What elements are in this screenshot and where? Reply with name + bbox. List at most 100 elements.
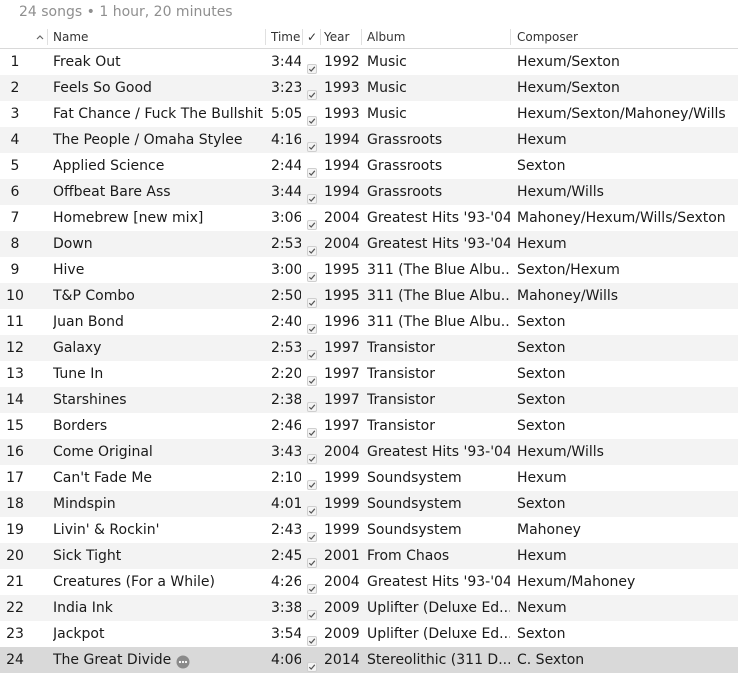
checkmark-icon[interactable] (307, 577, 317, 594)
track-checkbox[interactable] (305, 309, 319, 335)
track-row[interactable]: 22 India Ink 3:38 2009 Uplifter (Deluxe Ed..… (0, 595, 738, 621)
checkmark-icon[interactable] (307, 109, 317, 126)
checkmark-icon[interactable] (307, 135, 317, 152)
checkmark-icon[interactable] (307, 447, 317, 464)
track-row[interactable]: 8 Down 2:53 2004 Greatest Hits '93-'04 Hexum (0, 231, 738, 257)
track-checkbox[interactable] (305, 569, 319, 595)
track-checkbox[interactable] (305, 101, 319, 127)
track-number: 5 (10, 158, 20, 174)
track-row[interactable]: 12 Galaxy 2:53 1997 Transistor Sexton (0, 335, 738, 361)
checkmark-icon[interactable] (307, 603, 317, 620)
checkmark-icon[interactable] (307, 421, 317, 438)
track-checkbox[interactable] (305, 231, 319, 257)
track-checkbox[interactable] (305, 153, 319, 179)
track-row[interactable]: 21 Creatures (For a While) 4:26 2004 Greates… (0, 569, 738, 595)
track-checkbox[interactable] (305, 205, 319, 231)
checkmark-icon[interactable] (307, 239, 317, 256)
track-checkbox[interactable] (305, 543, 319, 569)
track-time: 2:20 (271, 366, 301, 382)
track-name: Livin' & Rockin' (53, 522, 160, 538)
track-row[interactable]: 6 Offbeat Bare Ass 3:44 1994 Grassroots Hexum… (0, 179, 738, 205)
track-row[interactable]: 20 Sick Tight 2:45 2001 From Chaos Hexum (0, 543, 738, 569)
column-header-year[interactable]: Year (324, 26, 360, 48)
track-checkbox[interactable] (305, 517, 319, 543)
track-row[interactable]: 10 T&P Combo 2:50 1995 311 (The Blue Albu...… (0, 283, 738, 309)
track-year: 1999 (324, 470, 360, 486)
checkmark-icon[interactable] (307, 343, 317, 360)
track-row[interactable]: 18 Mindspin 4:01 1999 Soundsystem Sexton (0, 491, 738, 517)
track-checkbox[interactable] (305, 257, 319, 283)
track-row[interactable]: 5 Applied Science 2:44 1994 Grassroots Sexton (0, 153, 738, 179)
track-row[interactable]: 3 Fat Chance / Fuck The Bullshit 5:05 1993 M… (0, 101, 738, 127)
track-checkbox[interactable] (305, 75, 319, 101)
column-header-name[interactable]: Name (53, 26, 258, 48)
track-time: 4:16 (271, 132, 301, 148)
checkmark-icon[interactable] (307, 161, 317, 178)
track-row[interactable]: 11 Juan Bond 2:40 1996 311 (The Blue Albu...… (0, 309, 738, 335)
checkmark-icon[interactable] (307, 499, 317, 516)
checkmark-icon[interactable] (307, 525, 317, 542)
track-row[interactable]: 2 Feels So Good 3:23 1993 Music Hexum/Sexton (0, 75, 738, 101)
track-checkbox[interactable] (305, 387, 319, 413)
column-divider[interactable] (361, 29, 362, 45)
column-divider[interactable] (302, 29, 303, 45)
column-divider[interactable] (265, 29, 266, 45)
track-composer: Sexton (517, 366, 566, 382)
column-divider[interactable] (320, 29, 321, 45)
track-row[interactable]: 17 Can't Fade Me 2:10 1999 Soundsystem Hexum (0, 465, 738, 491)
track-row[interactable]: 4 The People / Omaha Stylee 4:16 1994 Grassr… (0, 127, 738, 153)
column-divider[interactable] (510, 29, 511, 45)
track-row[interactable]: 23 Jackpot 3:54 2009 Uplifter (Deluxe Ed... S… (0, 621, 738, 647)
checkmark-icon[interactable] (307, 369, 317, 386)
checkmark-icon[interactable] (307, 213, 317, 230)
checkmark-icon[interactable] (307, 291, 317, 308)
checkmark-icon[interactable] (307, 551, 317, 568)
track-row[interactable]: 19 Livin' & Rockin' 2:43 1999 Soundsystem Mah… (0, 517, 738, 543)
track-album: Soundsystem (367, 496, 462, 512)
track-checkbox[interactable] (305, 439, 319, 465)
chevron-up-icon[interactable] (34, 26, 46, 48)
track-checkbox[interactable] (305, 283, 319, 309)
track-time: 2:43 (271, 522, 301, 538)
column-header-album[interactable]: Album (367, 26, 507, 48)
track-row[interactable]: 14 Starshines 2:38 1997 Transistor Sexton (0, 387, 738, 413)
track-row[interactable]: 7 Homebrew [new mix] 3:06 2004 Greatest Hits… (0, 205, 738, 231)
track-checkbox[interactable] (305, 179, 319, 205)
checkmark-icon[interactable] (307, 187, 317, 204)
track-checkbox[interactable] (305, 335, 319, 361)
track-album: Greatest Hits '93-'04 (367, 574, 510, 590)
track-row[interactable]: 15 Borders 2:46 1997 Transistor Sexton (0, 413, 738, 439)
track-number: 13 (6, 366, 24, 382)
checkmark-icon[interactable] (307, 629, 317, 646)
column-header-composer[interactable]: Composer (517, 26, 717, 48)
track-time: 2:46 (271, 418, 301, 434)
column-divider[interactable] (47, 29, 48, 45)
track-checkbox[interactable] (305, 491, 319, 517)
checkmark-icon[interactable] (307, 473, 317, 490)
checkmark-icon[interactable] (307, 317, 317, 334)
more-options-icon[interactable] (176, 652, 190, 668)
track-row[interactable]: 13 Tune In 2:20 1997 Transistor Sexton (0, 361, 738, 387)
track-album: Music (367, 54, 407, 70)
track-row[interactable]: 1 Freak Out 3:44 1992 Music Hexum/Sexton (0, 49, 738, 75)
track-checkbox[interactable] (305, 49, 319, 75)
track-checkbox[interactable] (305, 127, 319, 153)
track-composer: Hexum/Sexton/Mahoney/Wills (517, 106, 726, 122)
checkmark-icon[interactable] (307, 395, 317, 412)
track-checkbox[interactable] (305, 413, 319, 439)
checkmark-icon[interactable] (307, 83, 317, 100)
checkmark-icon[interactable] (307, 265, 317, 282)
track-checkbox[interactable] (305, 621, 319, 647)
track-time: 2:53 (271, 236, 301, 252)
checkmark-icon[interactable] (307, 57, 317, 74)
track-checkbox[interactable] (305, 647, 319, 673)
column-header-time[interactable]: Time (271, 26, 301, 48)
track-checkbox[interactable] (305, 361, 319, 387)
checkmark-icon[interactable] (307, 655, 317, 672)
track-row[interactable]: 16 Come Original 3:43 2004 Greatest Hits '93… (0, 439, 738, 465)
track-checkbox[interactable] (305, 465, 319, 491)
track-checkbox[interactable] (305, 595, 319, 621)
column-header-checked[interactable]: ✓ (307, 26, 321, 48)
track-row[interactable]: 24 The Great Divide 4:06 2014 Stereolithic (… (0, 647, 738, 673)
track-row[interactable]: 9 Hive 3:00 1995 311 (The Blue Albu... Sexton… (0, 257, 738, 283)
